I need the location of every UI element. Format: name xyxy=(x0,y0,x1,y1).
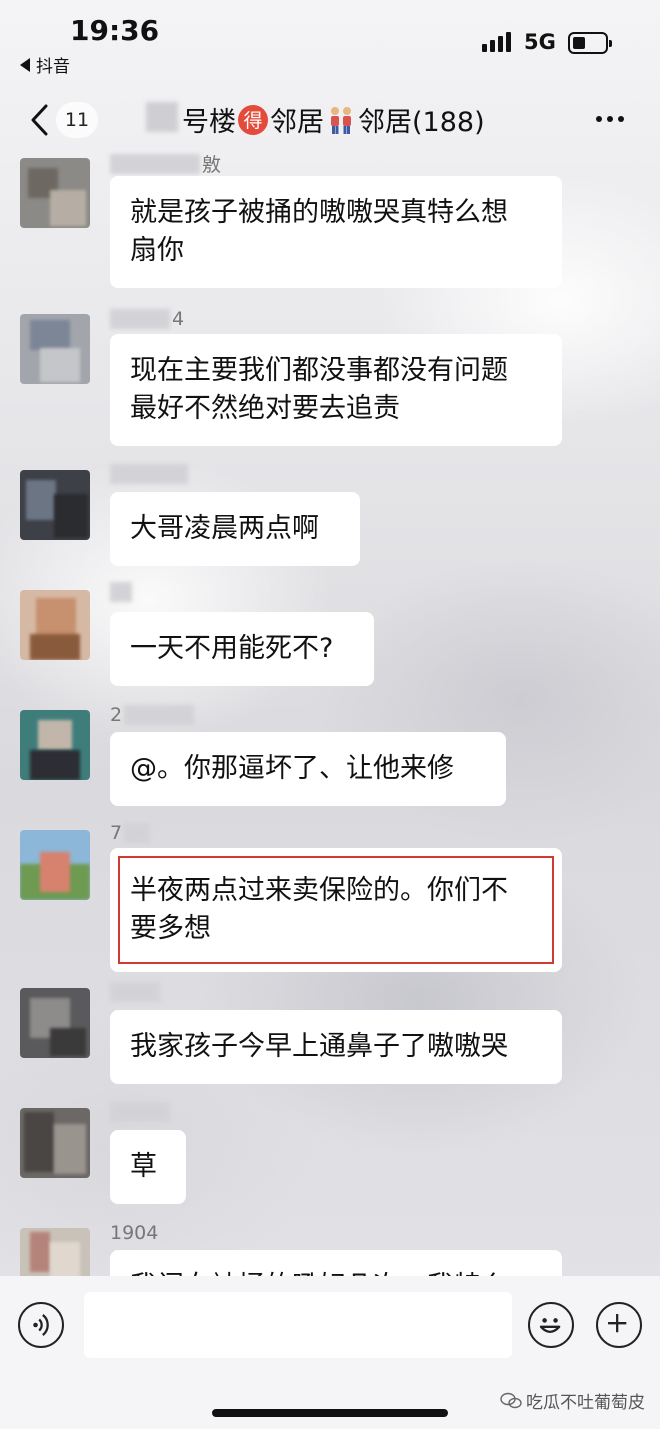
red-badge-icon: 得 xyxy=(238,104,268,135)
avatar[interactable] xyxy=(20,158,90,228)
input-bar: 吃瓜不吐葡萄皮 xyxy=(0,1276,660,1429)
message-bubble[interactable]: 草 xyxy=(110,1130,186,1204)
status-bar: 19:36 抖音 5G xyxy=(0,0,660,90)
voice-icon[interactable] xyxy=(18,1302,64,1348)
sender-name: 2 xyxy=(110,704,195,726)
clock: 19:36 xyxy=(70,14,160,47)
avatar[interactable] xyxy=(20,830,90,900)
sender-name xyxy=(110,982,162,1002)
sender-name xyxy=(110,582,134,602)
avatar[interactable] xyxy=(20,590,90,660)
sender-name: 1904 xyxy=(110,1222,159,1244)
signal-icon xyxy=(482,30,511,52)
more-options-icon[interactable] xyxy=(596,116,624,122)
avatar[interactable] xyxy=(20,1228,90,1276)
sender-name: 4 xyxy=(110,308,184,330)
avatar[interactable] xyxy=(20,988,90,1058)
message-input[interactable] xyxy=(84,1292,512,1358)
avatar[interactable] xyxy=(20,710,90,780)
avatar[interactable] xyxy=(20,314,90,384)
message-bubble[interactable]: 就是孩子被捅的嗷嗷哭真特么想 扇你 xyxy=(110,176,562,288)
message-bubble[interactable]: 现在主要我们都没事都没有问题 最好不然绝对要去追责 xyxy=(110,334,562,446)
sender-name: 7 xyxy=(110,822,151,844)
message-bubble[interactable]: @。你那逼坏了、让他来修 xyxy=(110,732,506,806)
title-text: 号楼 xyxy=(182,107,236,138)
wechat-icon xyxy=(500,1392,522,1408)
message-bubble[interactable]: 我家孩子今早上通鼻子了嗷嗷哭 xyxy=(110,1010,562,1084)
group-title[interactable]: 号楼 得 邻居 邻居(188) xyxy=(182,100,485,139)
back-app-label: 抖音 xyxy=(36,57,70,77)
watermark: 吃瓜不吐葡萄皮 xyxy=(500,1388,645,1413)
title-redaction xyxy=(146,102,178,132)
sender-name: 敫 xyxy=(110,150,221,177)
sender-name xyxy=(110,1102,172,1122)
title-text: 邻居 xyxy=(270,107,324,138)
avatar[interactable] xyxy=(20,470,90,540)
battery-icon xyxy=(568,32,612,54)
back-arrow-icon[interactable] xyxy=(28,100,52,140)
message-bubble-highlighted[interactable]: 半夜两点过来卖保险的。你们不 要多想 xyxy=(110,848,562,972)
message-bubble[interactable]: 我闺女被捅的吼好几次，我特么 xyxy=(110,1250,562,1276)
back-triangle-icon xyxy=(20,57,30,72)
couple-icon xyxy=(331,106,351,134)
sender-name xyxy=(110,464,190,484)
back-to-app-link[interactable]: 抖音 xyxy=(20,52,70,77)
avatar[interactable] xyxy=(20,1108,90,1178)
plus-icon[interactable] xyxy=(596,1302,642,1348)
message-bubble[interactable]: 一天不用能死不? xyxy=(110,612,374,686)
emoji-icon[interactable] xyxy=(528,1302,574,1348)
network-type: 5G xyxy=(524,30,556,54)
watermark-text: 吃瓜不吐葡萄皮 xyxy=(526,1393,645,1413)
chat-header: 11 号楼 得 邻居 邻居(188) xyxy=(0,90,660,150)
title-text: 邻居(188) xyxy=(358,107,485,138)
home-indicator[interactable] xyxy=(212,1409,448,1417)
message-bubble[interactable]: 大哥凌晨两点啊 xyxy=(110,492,360,566)
unread-count-badge[interactable]: 11 xyxy=(56,102,98,138)
message-list[interactable]: 敫 就是孩子被捅的嗷嗷哭真特么想 扇你 4 现在主要我们都没事都没有问题 最好不… xyxy=(0,150,660,1276)
